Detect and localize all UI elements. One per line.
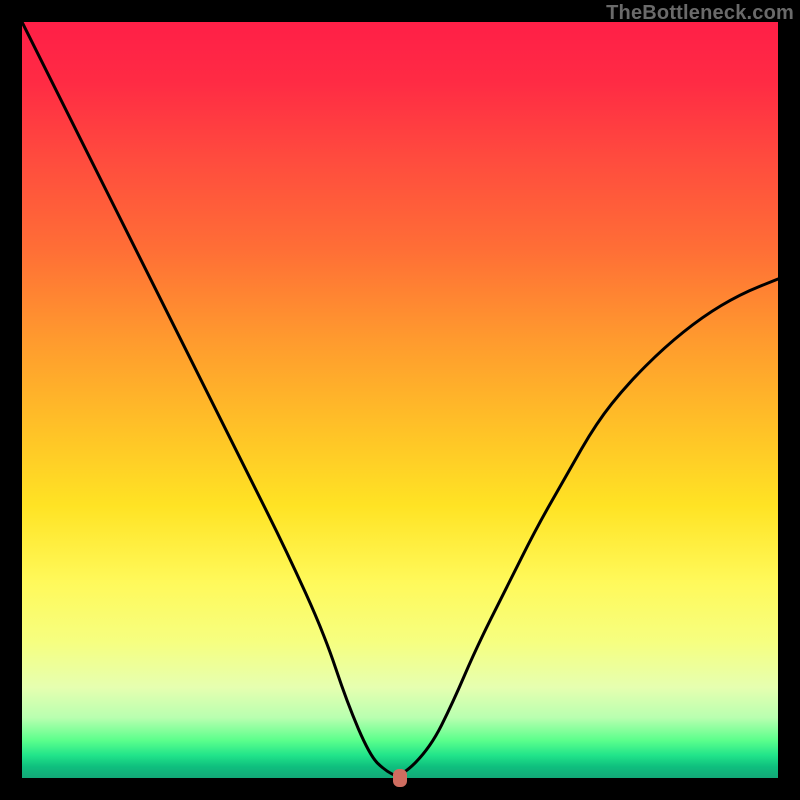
watermark-label: TheBottleneck.com	[606, 2, 794, 25]
curve-line	[22, 22, 778, 778]
minimum-marker	[393, 769, 407, 787]
chart-frame: TheBottleneck.com	[0, 0, 800, 800]
plot-area	[22, 22, 778, 778]
